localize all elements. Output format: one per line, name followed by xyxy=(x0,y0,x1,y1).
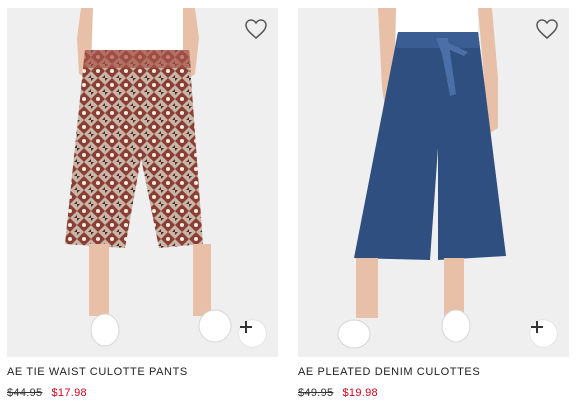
add-to-bag-plus-icon[interactable] xyxy=(530,320,557,347)
product-card[interactable]: AE TIE WAIST CULOTTE PANTS $44.95 $17.98 xyxy=(7,8,278,400)
favorite-heart-icon[interactable] xyxy=(244,18,268,40)
sale-price: $19.98 xyxy=(342,387,378,399)
sale-price: $17.98 xyxy=(51,387,87,399)
favorite-heart-icon[interactable] xyxy=(535,18,559,40)
product-name[interactable]: AE PLEATED DENIM CULOTTES xyxy=(298,366,480,378)
product-name[interactable]: AE TIE WAIST CULOTTE PANTS xyxy=(7,366,188,378)
add-to-bag-plus-icon[interactable] xyxy=(239,320,266,347)
original-price: $44.95 xyxy=(7,387,43,399)
product-card[interactable]: AE PLEATED DENIM CULOTTES $49.95 $19.98 xyxy=(298,8,569,400)
patterned-culotte-illustration xyxy=(65,8,232,347)
original-price: $49.95 xyxy=(298,387,334,399)
product-image[interactable] xyxy=(298,8,569,357)
product-prices: $49.95 $19.98 xyxy=(298,387,378,399)
denim-culotte-illustration xyxy=(337,8,506,349)
product-prices: $44.95 $17.98 xyxy=(7,387,87,399)
product-image[interactable] xyxy=(7,8,278,357)
